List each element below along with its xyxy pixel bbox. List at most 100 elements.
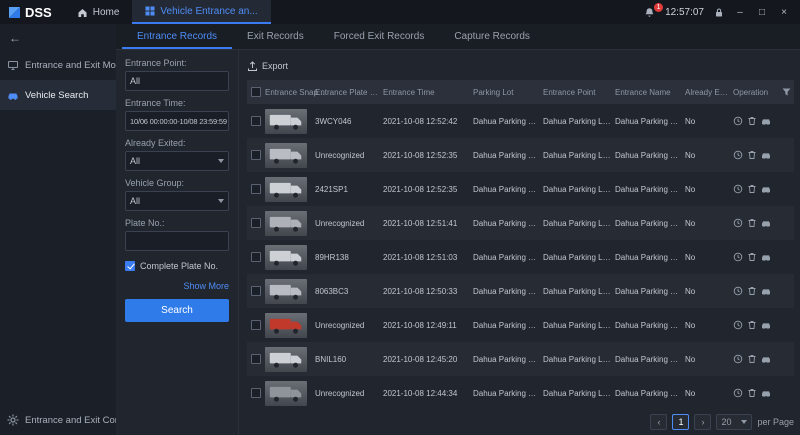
detail-icon[interactable] (733, 320, 743, 330)
prev-page-button[interactable]: ‹ (650, 414, 667, 430)
forced-exit-vehicle-icon[interactable] (761, 218, 771, 228)
table-row[interactable]: Unrecognized 2021-10-08 12:44:34 Dahua P… (247, 376, 794, 409)
forced-exit-vehicle-icon[interactable] (761, 150, 771, 160)
row-checkbox[interactable] (251, 184, 261, 194)
delete-icon[interactable] (747, 388, 757, 398)
vehicle-thumbnail[interactable] (265, 143, 307, 168)
row-checkbox[interactable] (251, 320, 261, 330)
already-exited-cell: No (685, 253, 733, 262)
column-header-entrance-point[interactable]: Entrance Point (543, 88, 615, 97)
vehicle-thumbnail[interactable] (265, 347, 307, 372)
vehicle-thumbnail[interactable] (265, 279, 307, 304)
column-header-parking-lot[interactable]: Parking Lot (473, 88, 543, 97)
sidebar-item-entrance-exit-config[interactable]: Entrance and Exit Config (0, 405, 116, 435)
alarm-icon[interactable]: 1 (644, 7, 655, 18)
column-header-snapshot[interactable]: Entrance Snap... (265, 88, 315, 97)
forced-exit-vehicle-icon[interactable] (761, 354, 771, 364)
forced-exit-vehicle-icon[interactable] (761, 286, 771, 296)
plate-no-input[interactable] (125, 231, 229, 251)
forced-exit-vehicle-icon[interactable] (761, 388, 771, 398)
tab-vehicle-entrance[interactable]: Vehicle Entrance an... (132, 0, 270, 24)
next-page-button[interactable]: › (694, 414, 711, 430)
tab-entrance-records[interactable]: Entrance Records (122, 24, 232, 49)
filter-icon[interactable] (782, 88, 791, 97)
detail-icon[interactable] (733, 388, 743, 398)
delete-icon[interactable] (747, 354, 757, 364)
page-size-select[interactable]: 20 (716, 414, 752, 430)
row-checkbox[interactable] (251, 354, 261, 364)
close-icon[interactable]: × (778, 7, 790, 18)
dss-logo-icon (8, 6, 21, 19)
forced-exit-vehicle-icon[interactable] (761, 252, 771, 262)
already-exited-cell: No (685, 287, 733, 296)
delete-icon[interactable] (747, 320, 757, 330)
table-row[interactable]: BNIL160 2021-10-08 12:45:20 Dahua Parkin… (247, 342, 794, 376)
row-checkbox[interactable] (251, 150, 261, 160)
entrance-time-input[interactable]: 10/06 00:00:00-10/08 23:59:59 (125, 111, 229, 131)
column-header-entrance-name[interactable]: Entrance Name (615, 88, 685, 97)
table-row[interactable]: Unrecognized 2021-10-08 12:51:41 Dahua P… (247, 206, 794, 240)
current-page-button[interactable]: 1 (672, 414, 689, 430)
delete-icon[interactable] (747, 116, 757, 126)
forced-exit-vehicle-icon[interactable] (761, 116, 771, 126)
select-all-checkbox[interactable] (251, 87, 261, 97)
vehicle-thumbnail[interactable] (265, 313, 307, 338)
forced-exit-vehicle-icon[interactable] (761, 320, 771, 330)
detail-icon[interactable] (733, 184, 743, 194)
column-header-plate[interactable]: Entrance Plate No. (315, 88, 383, 97)
tab-exit-records[interactable]: Exit Records (232, 24, 319, 49)
lock-icon[interactable] (714, 7, 724, 18)
row-checkbox[interactable] (251, 116, 261, 126)
already-exited-cell: No (685, 321, 733, 330)
table-row[interactable]: 2421SP1 2021-10-08 12:52:35 Dahua Parkin… (247, 172, 794, 206)
vehicle-thumbnail[interactable] (265, 381, 307, 406)
back-button[interactable]: ← (0, 26, 116, 50)
detail-icon[interactable] (733, 218, 743, 228)
detail-icon[interactable] (733, 354, 743, 364)
show-more-link[interactable]: Show More (125, 281, 229, 291)
entrance-point-input[interactable]: All (125, 71, 229, 91)
sidebar-item-vehicle-search[interactable]: Vehicle Search (0, 80, 116, 110)
forced-exit-vehicle-icon[interactable] (761, 184, 771, 194)
table-row[interactable]: Unrecognized 2021-10-08 12:52:35 Dahua P… (247, 138, 794, 172)
delete-icon[interactable] (747, 150, 757, 160)
complete-plate-row: Complete Plate No. (125, 261, 229, 271)
vehicle-group-select[interactable]: All (125, 191, 229, 211)
table-row[interactable]: 3WCY046 2021-10-08 12:52:42 Dahua Parkin… (247, 104, 794, 138)
row-checkbox[interactable] (251, 388, 261, 398)
detail-icon[interactable] (733, 150, 743, 160)
already-exited-select[interactable]: All (125, 151, 229, 171)
delete-icon[interactable] (747, 218, 757, 228)
delete-icon[interactable] (747, 286, 757, 296)
column-header-time[interactable]: Entrance Time (383, 88, 473, 97)
row-checkbox[interactable] (251, 252, 261, 262)
vehicle-thumbnail[interactable] (265, 245, 307, 270)
row-checkbox[interactable] (251, 218, 261, 228)
tab-forced-exit-records[interactable]: Forced Exit Records (319, 24, 440, 49)
export-icon (247, 61, 258, 72)
delete-icon[interactable] (747, 252, 757, 262)
complete-plate-checkbox[interactable] (125, 261, 135, 271)
search-button[interactable]: Search (125, 299, 229, 322)
table-row[interactable]: Unrecognized 2021-10-08 12:49:11 Dahua P… (247, 308, 794, 342)
row-checkbox[interactable] (251, 286, 261, 296)
delete-icon[interactable] (747, 184, 757, 194)
column-header-already-exited[interactable]: Already Exited (685, 88, 733, 97)
detail-icon[interactable] (733, 116, 743, 126)
entrance-time-cell: 2021-10-08 12:52:42 (383, 117, 473, 126)
sidebar-item-entrance-exit-monitoring[interactable]: Entrance and Exit Monit... (0, 50, 116, 80)
vehicle-thumbnail[interactable] (265, 211, 307, 236)
table-row[interactable]: 89HR138 2021-10-08 12:51:03 Dahua Parkin… (247, 240, 794, 274)
export-button[interactable]: Export (247, 61, 288, 72)
vehicle-thumbnail[interactable] (265, 177, 307, 202)
tab-capture-records[interactable]: Capture Records (439, 24, 545, 49)
detail-icon[interactable] (733, 286, 743, 296)
detail-icon[interactable] (733, 252, 743, 262)
maximize-icon[interactable]: □ (756, 7, 768, 18)
column-header-operation[interactable]: Operation (733, 88, 777, 97)
vehicle-thumbnail[interactable] (265, 109, 307, 134)
minimize-icon[interactable]: – (734, 7, 746, 18)
table-row[interactable]: 8063BC3 2021-10-08 12:50:33 Dahua Parkin… (247, 274, 794, 308)
tab-home[interactable]: Home (64, 0, 133, 24)
monitor-icon (7, 59, 19, 71)
